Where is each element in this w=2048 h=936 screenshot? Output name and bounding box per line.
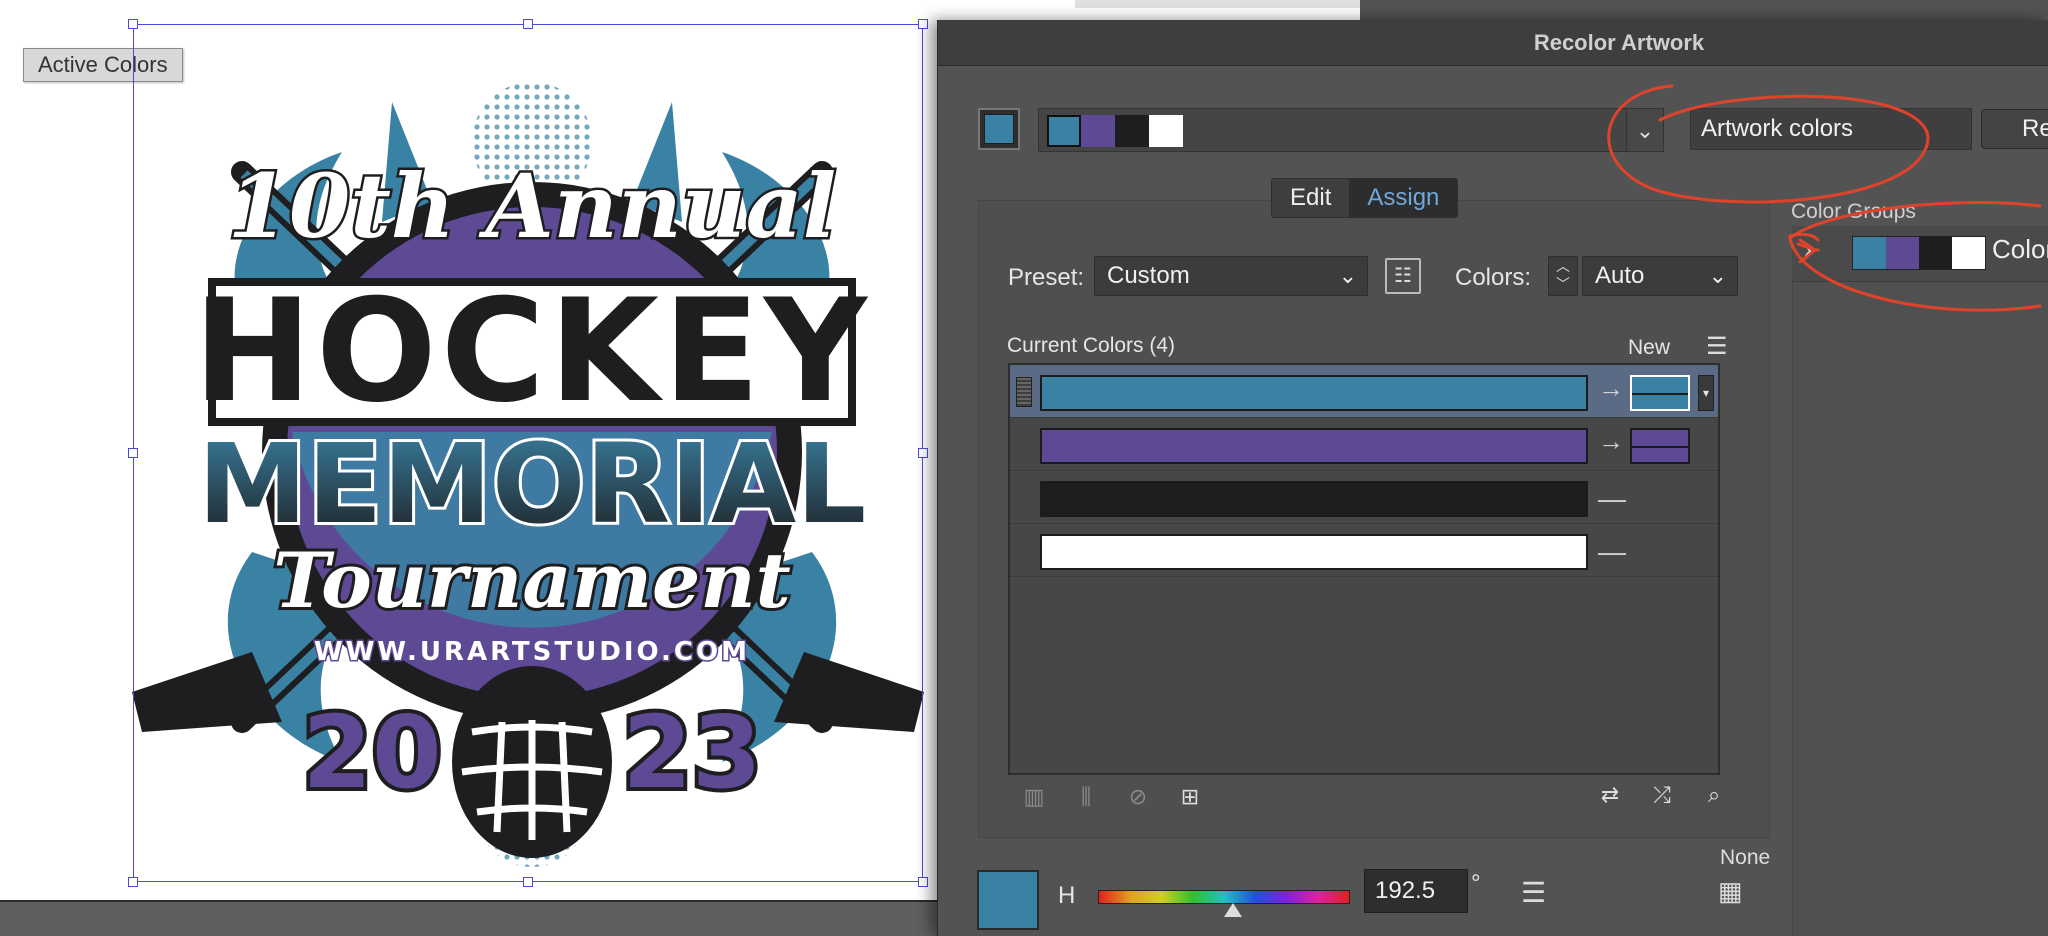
group-swatch: [1919, 237, 1952, 269]
selection-handle-bl[interactable]: [128, 877, 138, 887]
separate-colors-icon[interactable]: ⫼: [1068, 782, 1104, 812]
harmony-swatch-2[interactable]: [1081, 115, 1115, 147]
find-colors-icon[interactable]: ⌕: [1696, 780, 1732, 810]
reset-button[interactable]: Re: [1981, 109, 2048, 149]
color-group-name: Color: [1992, 234, 2048, 264]
dialog-title: Recolor Artwork: [1533, 30, 1705, 55]
color-grid-icon[interactable]: ▦: [1718, 876, 1743, 907]
unmapped-dash-icon[interactable]: —: [1598, 536, 1626, 568]
current-color-bar[interactable]: [1040, 375, 1588, 411]
color-group-swatches[interactable]: [1852, 236, 1986, 270]
new-color-swatch[interactable]: [1630, 375, 1690, 411]
group-swatch: [1952, 237, 1985, 269]
active-color-swatch[interactable]: [978, 108, 1020, 150]
harmony-swatch-1[interactable]: [1047, 115, 1081, 147]
selection-handle-tl[interactable]: [128, 19, 138, 29]
selection-handle-tr[interactable]: [918, 19, 928, 29]
current-colors-label: Current Colors (4): [1007, 334, 1176, 357]
group-swatch: [1853, 237, 1886, 269]
recolor-artwork-dialog: Recolor Artwork ⌄ Artwork colors Re Edit…: [937, 20, 2048, 936]
randomly-change-saturation-icon[interactable]: ⤮: [1644, 780, 1680, 810]
current-color-bar[interactable]: [1040, 534, 1588, 570]
hue-slider[interactable]: [1098, 890, 1350, 917]
degree-unit: °: [1471, 870, 1481, 897]
new-colors-label: New: [1628, 336, 1671, 359]
color-reduction-options-icon[interactable]: ☷: [1385, 258, 1421, 294]
group-swatch: [1886, 237, 1919, 269]
arrow-right-icon[interactable]: →: [1598, 426, 1624, 457]
selection-handle-tm[interactable]: [523, 19, 533, 29]
current-colors-list: → ▾ → — —: [1008, 363, 1720, 775]
color-row[interactable]: →: [1010, 418, 1718, 471]
canvas-pasteboard: [0, 900, 940, 936]
reset-button-label: Re: [2022, 115, 2048, 142]
colors-dropdown[interactable]: Auto ⌄: [1582, 256, 1738, 296]
color-group-name-field[interactable]: Artwork colors: [1690, 108, 1972, 150]
selected-color-swatch[interactable]: [977, 870, 1039, 930]
merge-colors-icon[interactable]: ▥: [1016, 782, 1052, 812]
chevron-down-icon: ⌄: [1708, 263, 1727, 288]
slider-menu-icon[interactable]: ☰: [1521, 876, 1546, 909]
color-row[interactable]: → ▾: [1010, 365, 1718, 418]
new-row-icon[interactable]: ⊞: [1172, 782, 1208, 812]
none-label: None: [1720, 846, 1771, 869]
colors-stepper[interactable]: ︿ ﹀: [1548, 256, 1578, 296]
hue-value-input[interactable]: 192.5: [1364, 869, 1468, 913]
unmapped-dash-icon[interactable]: —: [1598, 483, 1626, 515]
arrow-right-icon[interactable]: →: [1598, 373, 1624, 404]
preset-label: Preset:: [1008, 264, 1085, 291]
color-groups-label: Color Groups: [1791, 200, 1916, 223]
selection-handle-br[interactable]: [918, 877, 928, 887]
color-group-row[interactable]: › Color: [1792, 226, 2048, 282]
selection-handle-bm[interactable]: [523, 877, 533, 887]
chevron-right-icon[interactable]: ›: [1804, 236, 1812, 264]
selection-handle-mr[interactable]: [918, 448, 928, 458]
harmony-swatch-3[interactable]: [1115, 115, 1149, 147]
colors-value: Auto: [1595, 262, 1645, 289]
hue-label: H: [1058, 882, 1076, 909]
color-row[interactable]: —: [1010, 524, 1718, 577]
dialog-titlebar[interactable]: Recolor Artwork: [938, 20, 2048, 66]
edit-assign-tabs: Edit Assign: [1271, 178, 1459, 218]
selection-bounding-box[interactable]: [133, 24, 923, 882]
list-menu-icon[interactable]: ☰: [1706, 332, 1728, 361]
harmony-colors-bar[interactable]: [1038, 108, 1664, 152]
current-color-bar[interactable]: [1040, 481, 1588, 517]
color-row[interactable]: —: [1010, 471, 1718, 524]
selection-handle-ml[interactable]: [128, 448, 138, 458]
tab-edit[interactable]: Edit: [1272, 179, 1349, 217]
canvas-top-strip: [1075, 0, 1360, 8]
chevron-down-icon[interactable]: ▾: [1698, 375, 1714, 411]
colors-label: Colors:: [1455, 264, 1532, 291]
harmony-swatch-4[interactable]: [1149, 115, 1183, 147]
preset-value: Custom: [1107, 262, 1190, 289]
chevron-down-icon: ⌄: [1338, 263, 1357, 288]
new-color-swatch[interactable]: [1630, 428, 1690, 464]
exclude-colors-icon[interactable]: ⊘: [1120, 782, 1156, 812]
color-groups-panel: [1792, 228, 2048, 936]
drag-handle-icon[interactable]: [1016, 377, 1032, 407]
hue-slider-thumb[interactable]: [1223, 903, 1242, 917]
randomly-change-order-icon[interactable]: ⇄: [1592, 780, 1628, 810]
chevron-down-icon[interactable]: ⌄: [1626, 108, 1664, 152]
preset-dropdown[interactable]: Custom ⌄: [1094, 256, 1368, 296]
current-color-bar[interactable]: [1040, 428, 1588, 464]
tab-assign[interactable]: Assign: [1349, 179, 1458, 217]
